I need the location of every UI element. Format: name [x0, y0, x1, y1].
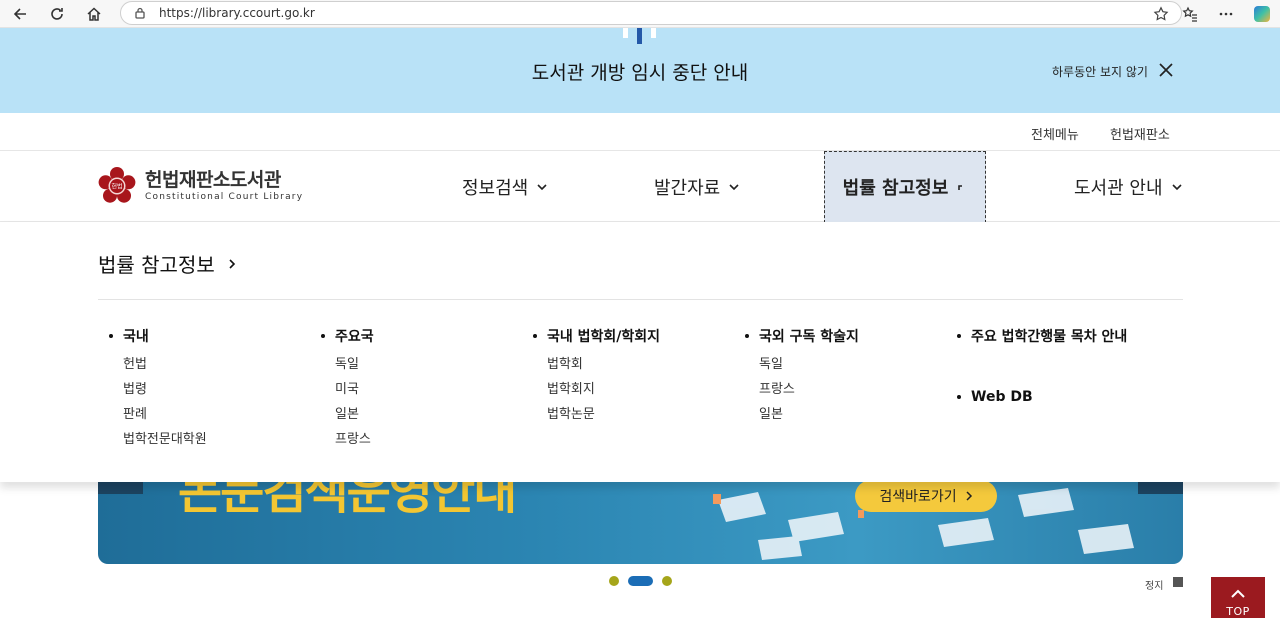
url-text: https://library.ccourt.go.kr — [159, 6, 315, 20]
mega-menu-title[interactable]: 법률 참고정보 — [98, 249, 237, 278]
logo-title-ko: 헌법재판소도서관 — [145, 169, 281, 191]
menu-column-domestic: 국내 헌법 법령 판례 법학전문대학원 — [99, 326, 207, 452]
court-site-link[interactable]: 헌법재판소 — [1110, 124, 1170, 143]
column-heading[interactable]: 국내 — [99, 326, 207, 346]
chevron-right-icon — [229, 258, 235, 269]
favorites-list-icon — [1182, 6, 1197, 22]
arrow-left-icon — [13, 8, 26, 20]
gnb-label: 발간자료 — [654, 177, 721, 199]
menu-link-france[interactable]: 프랑스 — [759, 377, 859, 402]
search-shortcut-button[interactable]: 검색바로가기 — [855, 480, 997, 512]
favorites-button[interactable] — [1172, 0, 1208, 28]
menu-link-law-papers[interactable]: 법학논문 — [547, 402, 660, 427]
home-button[interactable] — [76, 0, 112, 28]
gnb-publications[interactable]: 발간자료 — [654, 151, 739, 222]
stop-button[interactable] — [1173, 577, 1183, 587]
pager-dot[interactable] — [662, 576, 672, 586]
site-header: 헌법 헌법재판소도서관 Constitutional Court Library… — [0, 151, 1280, 223]
copilot-icon — [1254, 6, 1270, 22]
chevron-right-icon — [966, 491, 972, 501]
back-button[interactable] — [2, 0, 38, 28]
pager-dot-active[interactable] — [628, 576, 653, 586]
mega-title-text: 법률 참고정보 — [98, 253, 215, 277]
cta-label: 검색바로가기 — [879, 489, 957, 505]
chevron-up-icon — [958, 185, 963, 190]
address-bar[interactable]: https://library.ccourt.go.kr — [120, 1, 1182, 25]
menu-link-cases[interactable]: 판례 — [123, 402, 207, 427]
gnb-label: 법률 참고정보 — [842, 178, 949, 199]
close-icon[interactable] — [1158, 62, 1174, 78]
logo-title-en: Constitutional Court Library — [145, 192, 304, 202]
menu-link-constitution[interactable]: 헌법 — [123, 352, 207, 377]
gnb-library-guide[interactable]: 도서관 안내 — [1074, 151, 1182, 222]
reload-button[interactable] — [39, 0, 75, 28]
column-heading[interactable]: 주요 법학간행물 목차 안내 — [947, 326, 1127, 346]
chevron-down-icon — [729, 183, 739, 190]
notice-banner: 도서관 개방 임시 중단 안내 하루동안 보지 않기 — [0, 28, 1280, 113]
utility-bar: 전체메뉴 헌법재판소 — [0, 113, 1280, 151]
favorite-star-icon[interactable] — [1153, 6, 1169, 22]
menu-link-japan[interactable]: 일본 — [335, 402, 374, 427]
bullet-icon — [533, 334, 537, 338]
menu-column-major-countries: 주요국 독일 미국 일본 프랑스 — [311, 326, 374, 452]
dismiss-today-link[interactable]: 하루동안 보지 않기 — [1052, 63, 1148, 80]
copilot-button[interactable] — [1244, 0, 1280, 28]
court-emblem-icon: 헌법 — [98, 167, 136, 203]
chevron-up-icon — [1231, 589, 1245, 598]
browser-toolbar: https://library.ccourt.go.kr — [0, 0, 1280, 28]
bullet-icon — [745, 334, 749, 338]
top-label: TOP — [1226, 605, 1250, 618]
gnb-label: 도서관 안내 — [1074, 177, 1163, 199]
chevron-down-icon — [1171, 183, 1182, 190]
column-heading[interactable]: 국내 법학회/학회지 — [523, 326, 660, 346]
column-heading[interactable]: 주요국 — [311, 326, 374, 346]
bullet-icon — [109, 334, 113, 338]
more-button[interactable] — [1208, 0, 1244, 28]
bullet-icon — [957, 334, 961, 338]
menu-column-domestic-societies: 국내 법학회/학회지 법학회 법학회지 법학논문 — [523, 326, 660, 427]
menu-column-other: 주요 법학간행물 목차 안내 Web DB — [947, 326, 1127, 411]
slide-pagination — [0, 576, 1280, 588]
menu-link-japan[interactable]: 일본 — [759, 402, 859, 427]
menu-link-france[interactable]: 프랑스 — [335, 427, 374, 452]
notice-decoration — [620, 28, 660, 44]
more-dots-icon — [1219, 12, 1233, 16]
pager-dot[interactable] — [609, 576, 619, 586]
bullet-icon — [321, 334, 325, 338]
gnb-info-search[interactable]: 정보검색 — [462, 151, 547, 222]
main-slide-banner[interactable]: 논문검색운영안내 검색바로가기 — [98, 470, 1183, 564]
lock-icon — [135, 7, 145, 19]
menu-link-law-school[interactable]: 법학전문대학원 — [123, 427, 207, 452]
menu-link-statutes[interactable]: 법령 — [123, 377, 207, 402]
chevron-down-icon — [537, 183, 547, 190]
scroll-top-button[interactable]: TOP — [1211, 577, 1265, 618]
gnb-legal-reference[interactable]: 법률 참고정보 — [824, 151, 986, 223]
mega-menu: 법률 참고정보 국내 헌법 법령 판례 법학전문대학원 주요국 독일 미국 일본… — [0, 222, 1280, 482]
divider — [98, 299, 1183, 300]
menu-link-usa[interactable]: 미국 — [335, 377, 374, 402]
site-logo[interactable]: 헌법 헌법재판소도서관 Constitutional Court Library — [98, 167, 303, 205]
menu-link-germany[interactable]: 독일 — [759, 352, 859, 377]
column-heading[interactable]: 국외 구독 학술지 — [735, 326, 859, 346]
bullet-icon — [957, 395, 961, 399]
column-heading-webdb[interactable]: Web DB — [947, 389, 1127, 405]
menu-column-foreign-journals: 국외 구독 학술지 독일 프랑스 일본 — [735, 326, 859, 427]
menu-link-law-journal[interactable]: 법학회지 — [547, 377, 660, 402]
menu-link-law-society[interactable]: 법학회 — [547, 352, 660, 377]
stop-label: 정지 — [1145, 581, 1164, 592]
home-icon — [87, 7, 101, 21]
emblem-text: 헌법 — [111, 183, 122, 191]
all-menu-link[interactable]: 전체메뉴 — [1031, 124, 1079, 143]
reload-icon — [51, 8, 63, 20]
gnb-label: 정보검색 — [462, 177, 529, 199]
menu-link-germany[interactable]: 독일 — [335, 352, 374, 377]
